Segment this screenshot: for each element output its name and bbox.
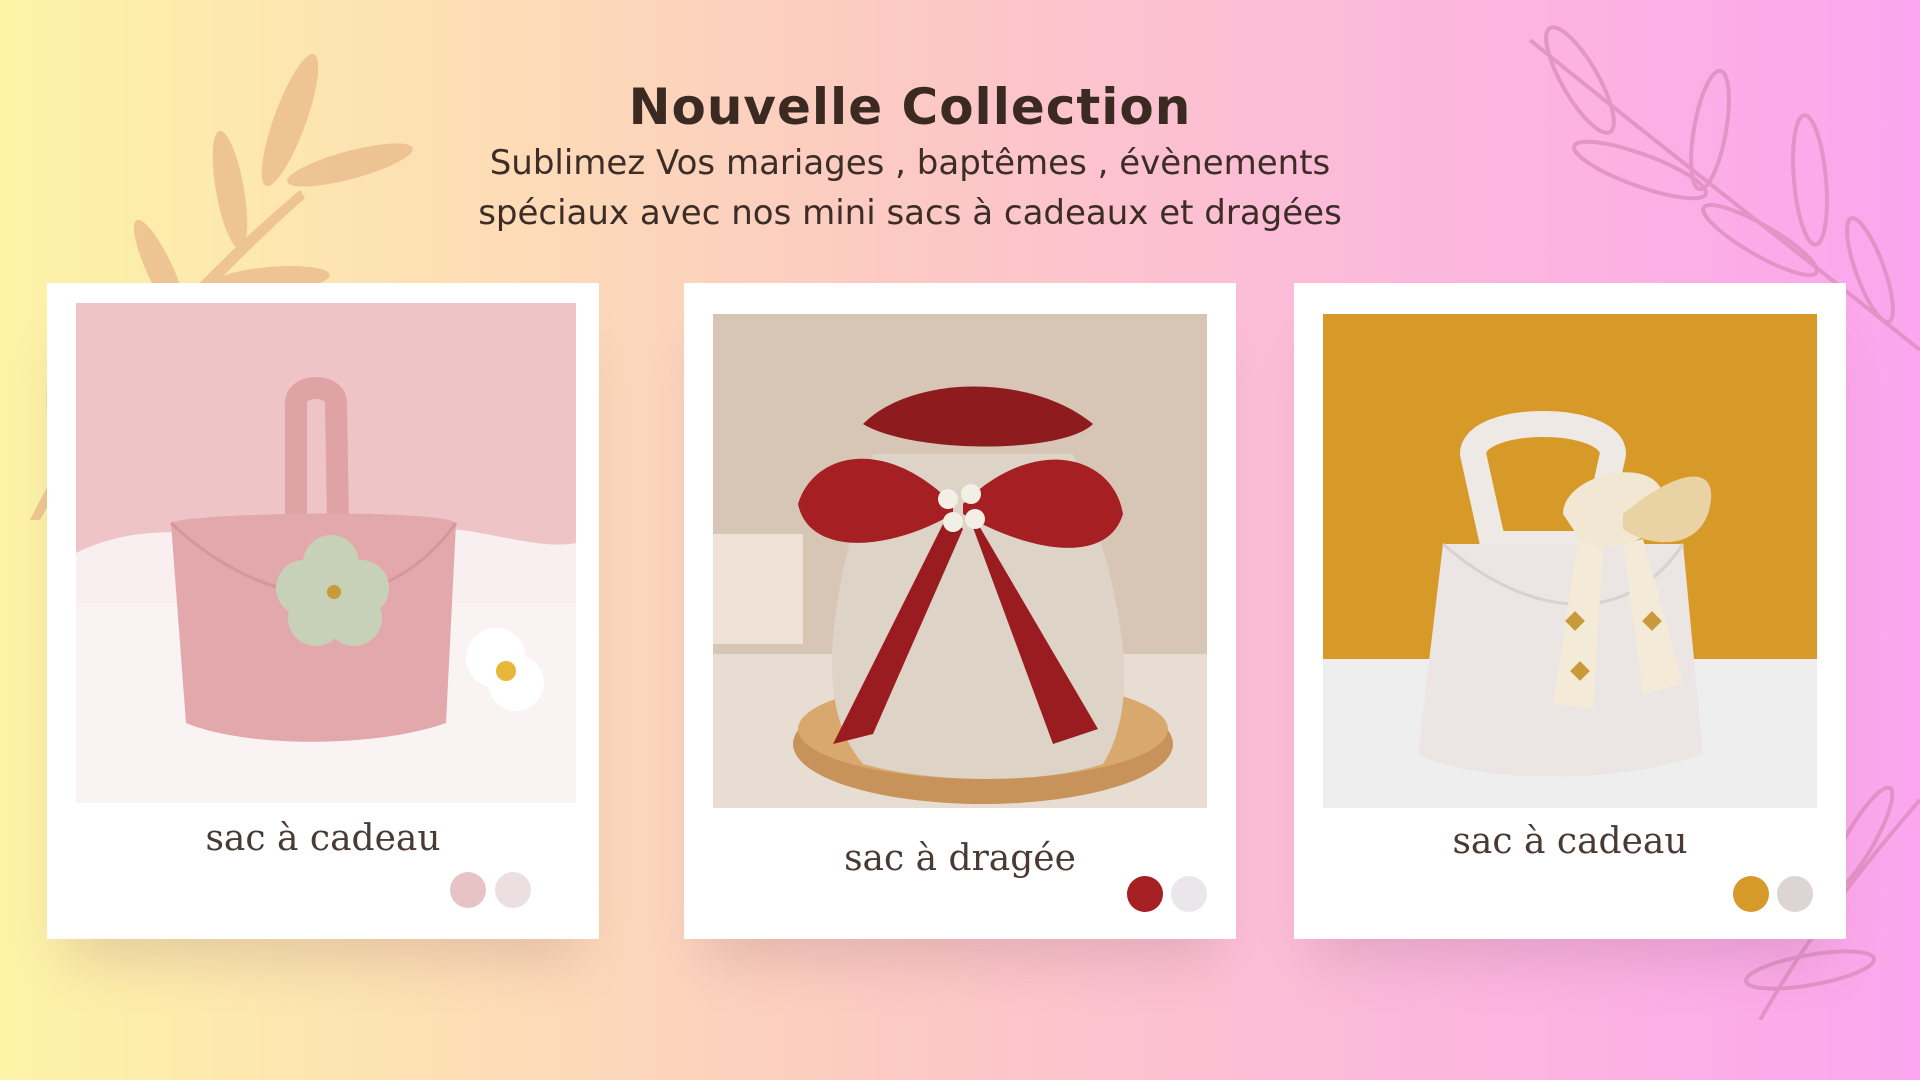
color-swatch-light[interactable] — [1171, 876, 1207, 912]
product-card[interactable]: sac à cadeau — [1294, 283, 1846, 939]
pink-basket-bag-photo-icon[interactable] — [76, 303, 576, 803]
product-name: sac à cadeau — [205, 818, 441, 859]
color-swatch-light[interactable] — [1777, 876, 1813, 912]
page-subtitle: Sublimez Vos mariages , baptêmes , évène… — [440, 138, 1380, 238]
subtitle-line-2: spéciaux avec nos mini sacs à cadeaux et… — [478, 193, 1342, 233]
product-card[interactable]: sac à dragée — [684, 283, 1236, 939]
white-scarf-bag-photo-icon[interactable] — [1323, 314, 1817, 808]
satin-bow-pouch-photo-icon[interactable] — [713, 314, 1207, 808]
product-card[interactable]: sac à cadeau — [47, 283, 599, 939]
product-name: sac à dragée — [844, 838, 1076, 879]
page-title: Nouvelle Collection — [628, 77, 1192, 136]
color-swatch-light[interactable] — [495, 872, 531, 908]
color-swatch-pink[interactable] — [450, 872, 486, 908]
color-swatch-gold[interactable] — [1733, 876, 1769, 912]
subtitle-line-1: Sublimez Vos mariages , baptêmes , évène… — [489, 143, 1331, 183]
color-swatch-red[interactable] — [1127, 876, 1163, 912]
product-name: sac à cadeau — [1452, 821, 1688, 862]
